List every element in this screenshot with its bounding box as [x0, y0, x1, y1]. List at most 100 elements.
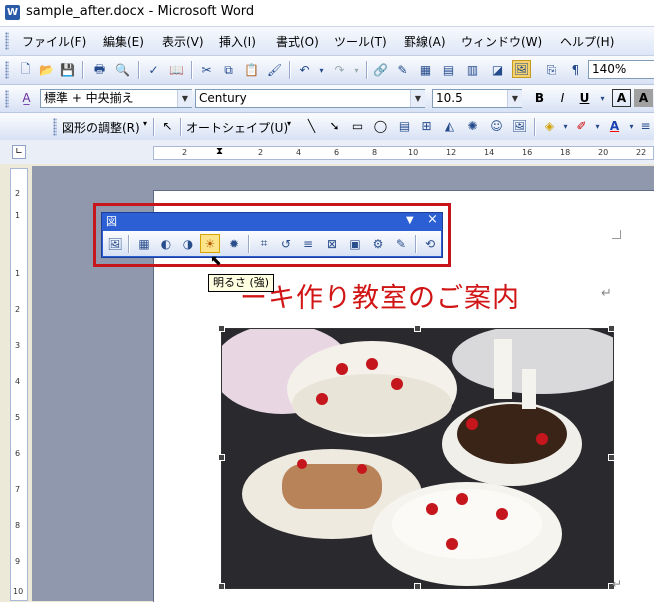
menu-format[interactable]: 書式(O) [276, 33, 319, 50]
autoshapes-dropdown-icon[interactable]: ▾ [287, 119, 291, 128]
text-wrapping-icon[interactable]: ▣ [345, 234, 365, 253]
format-picture-icon[interactable]: ⚙ [368, 234, 388, 253]
bold-button[interactable]: B [530, 89, 549, 107]
menu-help[interactable]: ヘルプ(H) [560, 33, 614, 50]
word-app-icon[interactable]: W [5, 5, 20, 20]
autoshapes-menu-button[interactable]: オートシェイプ(U) [186, 119, 288, 136]
ruler-tick-label: 2 [15, 189, 21, 198]
crop-icon[interactable]: ⌗ [254, 234, 274, 253]
resize-handle[interactable] [608, 454, 615, 461]
insert-excel-icon[interactable]: ▤ [439, 61, 458, 79]
line-style-icon[interactable]: ≡ [636, 117, 654, 135]
menu-file[interactable]: ファイル(F) [22, 33, 86, 50]
more-contrast-icon[interactable]: ◐ [156, 234, 176, 253]
diagram-icon[interactable]: ✺ [463, 117, 482, 135]
line-style-icon[interactable]: ≡ [298, 234, 318, 253]
font-dropdown-icon[interactable]: ▼ [410, 90, 425, 107]
menu-view[interactable]: 表示(V) [162, 33, 204, 50]
insert-table-icon[interactable]: ▦ [416, 61, 435, 79]
menu-insert[interactable]: 挿入(I) [219, 33, 256, 50]
save-icon[interactable]: 💾 [58, 61, 77, 79]
font-size-dropdown-icon[interactable]: ▼ [507, 90, 522, 107]
paste-icon[interactable]: 📋 [242, 61, 261, 79]
horizontal-ruler[interactable]: 2 ⧗ 2 4 6 8 10 12 14 16 18 20 22 [153, 146, 654, 160]
styles-formatting-icon[interactable]: A̲ [17, 89, 36, 107]
spelling-check-icon[interactable]: ✓ [144, 61, 163, 79]
menu-grip-handle[interactable] [5, 32, 9, 50]
less-brightness-icon[interactable]: ✹ [224, 234, 244, 253]
menu-table[interactable]: 罫線(A) [404, 33, 446, 50]
more-brightness-icon[interactable]: ☀ [200, 234, 220, 253]
indent-marker-icon[interactable]: ⧗ [216, 146, 223, 157]
ruler-tick-label: 6 [334, 148, 340, 157]
compress-pictures-icon[interactable]: ⊠ [322, 234, 342, 253]
resize-handle[interactable] [218, 454, 225, 461]
oval-icon[interactable]: ◯ [371, 117, 390, 135]
underline-dropdown-icon[interactable]: ▾ [593, 89, 612, 107]
show-hide-marks-icon[interactable]: ¶ [566, 61, 585, 79]
undo-dropdown-icon[interactable]: ▾ [312, 61, 331, 79]
select-objects-icon[interactable]: ↖ [158, 117, 177, 135]
tables-borders-icon[interactable]: ✎ [393, 61, 412, 79]
resize-handle[interactable] [414, 325, 421, 332]
reset-picture-icon[interactable]: ⟲ [420, 234, 440, 253]
style-value: 標準 + 中央揃え [44, 91, 134, 105]
rectangle-icon[interactable]: ▭ [348, 117, 367, 135]
open-folder-icon[interactable]: 📂 [37, 61, 56, 79]
drawing-toolbar-grip[interactable] [53, 118, 57, 136]
text-box-icon[interactable]: ▤ [395, 117, 414, 135]
toolbar-separator [248, 235, 250, 253]
redo-dropdown-icon[interactable]: ▾ [347, 61, 366, 79]
menu-tools[interactable]: ツール(T) [334, 33, 387, 50]
ruler-tick-label: 22 [636, 148, 647, 157]
character-border-button[interactable]: A [612, 89, 631, 107]
style-dropdown-icon[interactable]: ▼ [177, 90, 192, 107]
rotate-left-icon[interactable]: ↺ [276, 234, 296, 253]
page-corner-mark [612, 230, 621, 239]
color-icon[interactable]: ▦ [134, 234, 154, 253]
resize-handle[interactable] [608, 325, 615, 332]
tab-selector-icon[interactable]: ∟ [12, 145, 26, 159]
resize-handle[interactable] [218, 583, 225, 590]
copy-icon[interactable]: ⧉ [219, 61, 238, 79]
cake-photo[interactable] [221, 328, 614, 589]
wordart-icon[interactable]: ◭ [440, 117, 459, 135]
close-icon[interactable]: × [427, 212, 438, 227]
menu-edit[interactable]: 編集(E) [103, 33, 144, 50]
resize-handle[interactable] [218, 325, 225, 332]
vertical-text-box-icon[interactable]: ⊞ [417, 117, 436, 135]
set-transparent-color-icon[interactable]: ✎ [391, 234, 411, 253]
character-shading-button[interactable]: A [634, 89, 653, 107]
less-contrast-icon[interactable]: ◑ [178, 234, 198, 253]
font-combo[interactable]: Century [195, 89, 425, 108]
cut-icon[interactable]: ✂ [197, 61, 216, 79]
italic-button[interactable]: I [553, 89, 572, 107]
document-map-icon[interactable]: ⎘ [542, 61, 561, 79]
hyperlink-icon[interactable]: 🔗 [371, 61, 390, 79]
print-preview-icon[interactable]: 🔍 [113, 61, 132, 79]
research-icon[interactable]: 📖 [167, 61, 186, 79]
picture-toolbar-toggle-icon[interactable]: 🖼 [512, 60, 531, 78]
arrow-icon[interactable]: ➘ [325, 117, 344, 135]
draw-menu-button[interactable]: 図形の調整(R) [62, 119, 140, 136]
print-icon[interactable]: 🖶 [90, 61, 109, 79]
line-icon[interactable]: ╲ [302, 117, 321, 135]
formatting-toolbar-grip[interactable] [5, 90, 9, 108]
menu-window[interactable]: ウィンドウ(W) [461, 33, 542, 50]
insert-picture-icon[interactable]: 🖼 [105, 234, 125, 253]
columns-icon[interactable]: ▥ [463, 61, 482, 79]
drawing-icon[interactable]: ◪ [488, 61, 507, 79]
insert-picture-icon[interactable]: 🖼 [510, 117, 529, 135]
vertical-ruler[interactable]: 2 1 1 2 3 4 5 6 7 8 9 10 [10, 168, 28, 601]
document-title-text[interactable]: ーキ作り教室のご案内 [240, 276, 520, 315]
toolbar-options-icon[interactable]: ▼ [406, 215, 414, 226]
standard-toolbar-grip[interactable] [5, 61, 9, 79]
style-combo[interactable]: 標準 + 中央揃え [40, 89, 192, 108]
underline-button[interactable]: U [575, 89, 594, 107]
resize-handle[interactable] [414, 583, 421, 590]
format-painter-icon[interactable]: 🖌 [265, 61, 284, 79]
draw-menu-dropdown-icon[interactable]: ▾ [143, 119, 147, 128]
new-document-icon[interactable]: 🗋 [16, 61, 35, 79]
zoom-combo[interactable]: 140% [588, 60, 654, 79]
clip-art-icon[interactable]: ☺ [487, 117, 506, 135]
